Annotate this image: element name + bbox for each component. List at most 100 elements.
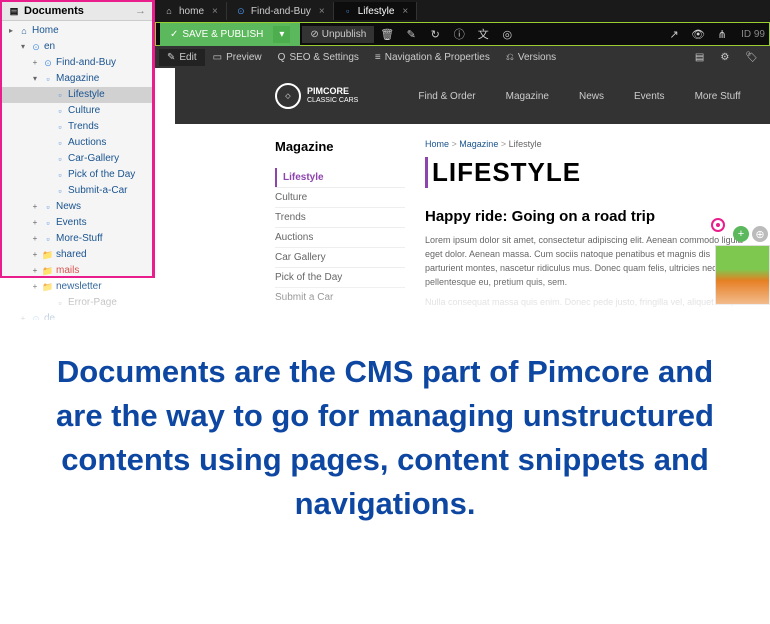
crumb-magazine[interactable]: Magazine <box>459 139 498 149</box>
expand-icon[interactable]: ▾ <box>30 74 40 84</box>
tree-car-gallery[interactable]: ▫Car-Gallery <box>2 151 152 167</box>
tree-newsletter[interactable]: +📁newsletter <box>2 279 152 295</box>
subnav-pick-day[interactable]: Pick of the Day <box>275 267 405 287</box>
preview-icon[interactable]: 👁 <box>687 24 709 44</box>
subnav-submit-car[interactable]: Submit a Car <box>275 287 405 307</box>
rename-icon[interactable]: ✎ <box>400 24 422 44</box>
tab-lifestyle[interactable]: ▫Lifestyle× <box>334 2 418 20</box>
tree-events[interactable]: +▫Events <box>2 215 152 231</box>
unpublish-button[interactable]: ⊘ Unpublish <box>302 26 374 43</box>
article-title[interactable]: Happy ride: Going on a road trip <box>425 208 750 225</box>
tree-pick-day[interactable]: ▫Pick of the Day <box>2 167 152 183</box>
tree-mails[interactable]: +📁mails <box>2 263 152 279</box>
add-button[interactable]: + <box>733 226 749 242</box>
close-icon[interactable]: × <box>319 6 325 17</box>
page-sidebar: Magazine Lifestyle Culture Trends Auctio… <box>275 139 405 307</box>
info-icon[interactable]: ⓘ <box>448 24 470 44</box>
subtab-tag-icon[interactable]: 🏷 <box>737 49 766 66</box>
expand-icon[interactable]: + <box>30 266 40 276</box>
breadcrumb: Home > Magazine > Lifestyle <box>425 139 750 149</box>
nav-news[interactable]: News <box>579 91 604 102</box>
page-icon: ▫ <box>342 5 354 17</box>
tree-magazine[interactable]: ▾▫Magazine <box>2 71 152 87</box>
open-icon[interactable]: ↗ <box>663 24 685 44</box>
tree-lifestyle[interactable]: ▫Lifestyle <box>2 87 152 103</box>
page-icon: ▫ <box>42 201 54 213</box>
tree-news[interactable]: +▫News <box>2 199 152 215</box>
tree-de[interactable]: +⊙de <box>2 311 152 320</box>
tree-shared[interactable]: +📁shared <box>2 247 152 263</box>
nav-more[interactable]: More Stuff <box>695 91 741 102</box>
subtab-seo[interactable]: Q SEO & Settings <box>270 49 367 66</box>
subnav-trends[interactable]: Trends <box>275 207 405 227</box>
translate-icon[interactable]: 文 <box>472 24 494 44</box>
article-thumbnail[interactable] <box>715 245 770 305</box>
subnav-auctions[interactable]: Auctions <box>275 227 405 247</box>
crumb-lifestyle: Lifestyle <box>509 139 542 149</box>
caption-text: Documents are the CMS part of Pimcore an… <box>30 350 740 526</box>
subtab-more-icon[interactable]: ▤ <box>687 49 712 66</box>
expand-icon[interactable]: + <box>30 58 40 68</box>
subnav-lifestyle[interactable]: Lifestyle <box>275 168 405 187</box>
page-icon: ▫ <box>54 121 66 133</box>
article-text[interactable]: Lorem ipsum dolor sit amet, consectetur … <box>425 233 750 289</box>
page-preview: + 💡 🗑 ◇ PIMCORE CLASSIC CARS Find & Orde… <box>175 68 770 320</box>
expand-icon[interactable]: + <box>30 202 40 212</box>
tree-auctions[interactable]: ▫Auctions <box>2 135 152 151</box>
target-marker-icon[interactable] <box>711 218 725 232</box>
expand-icon[interactable]: + <box>18 314 28 320</box>
tree-trends[interactable]: ▫Trends <box>2 119 152 135</box>
nav-magazine[interactable]: Magazine <box>506 91 549 102</box>
tab-find-buy[interactable]: ⊙Find-and-Buy× <box>227 2 334 20</box>
document-tree: ▸⌂Home ▾⊙en +⊙Find-and-Buy ▾▫Magazine ▫L… <box>2 21 152 320</box>
nav-events[interactable]: Events <box>634 91 665 102</box>
collapse-icon[interactable]: → <box>135 5 146 17</box>
expand-icon[interactable]: + <box>30 282 40 292</box>
page-title: LIFESTYLE <box>425 157 750 188</box>
tab-home[interactable]: ⌂home× <box>155 2 227 20</box>
tree-en[interactable]: ▾⊙en <box>2 39 152 55</box>
tree-home[interactable]: ▸⌂Home <box>2 23 152 39</box>
document-id: ID 99 <box>741 29 765 40</box>
sidebar-title: Documents <box>24 5 84 17</box>
reload-icon[interactable]: ↻ <box>424 24 446 44</box>
subnav-culture[interactable]: Culture <box>275 187 405 207</box>
action-bar: ✓ SAVE & PUBLISH▾ ⊘ Unpublish 🗑 ✎ ↻ ⓘ 文 … <box>155 22 770 46</box>
tree-culture[interactable]: ▫Culture <box>2 103 152 119</box>
page-icon: ▫ <box>54 169 66 181</box>
options-button[interactable]: ⊕ <box>752 226 768 242</box>
expand-icon[interactable]: ▸ <box>6 26 16 36</box>
expand-icon[interactable]: ▾ <box>18 42 28 52</box>
editor-tabs: ⌂home× ⊙Find-and-Buy× ▫Lifestyle× <box>155 0 770 22</box>
home-icon: ⌂ <box>18 25 30 37</box>
save-publish-button[interactable]: ✓ SAVE & PUBLISH▾ <box>160 23 300 46</box>
subtab-versions[interactable]: ⎌ Versions <box>498 49 564 66</box>
link-icon: ⊙ <box>30 41 42 53</box>
expand-icon[interactable]: + <box>30 250 40 260</box>
subtab-edit[interactable]: ✎ Edit <box>159 49 205 66</box>
share-icon[interactable]: ⋔ <box>711 24 733 44</box>
document-icon: ▤ <box>8 5 20 17</box>
subtab-nav[interactable]: ≡ Navigation & Properties <box>367 49 498 66</box>
tree-submit-car[interactable]: ▫Submit-a-Car <box>2 183 152 199</box>
crumb-home[interactable]: Home <box>425 139 449 149</box>
subtab-settings-icon[interactable]: ⚙ <box>712 49 737 66</box>
tree-more-stuff[interactable]: +▫More-Stuff <box>2 231 152 247</box>
close-icon[interactable]: × <box>402 6 408 17</box>
chevron-down-icon[interactable]: ▾ <box>273 26 290 43</box>
site-header: ◇ PIMCORE CLASSIC CARS Find & Order Maga… <box>175 68 770 124</box>
subnav-car-gallery[interactable]: Car Gallery <box>275 247 405 267</box>
article-faded: Nulla consequat massa quis enim. Donec p… <box>425 297 750 307</box>
documents-tree-sidebar: ▤ Documents → ▸⌂Home ▾⊙en +⊙Find-and-Buy… <box>0 0 155 278</box>
expand-icon[interactable]: + <box>30 234 40 244</box>
close-icon[interactable]: × <box>212 6 218 17</box>
target-icon[interactable]: ◎ <box>496 24 518 44</box>
tree-find-buy[interactable]: +⊙Find-and-Buy <box>2 55 152 71</box>
subtab-preview[interactable]: ▭ Preview <box>205 49 270 66</box>
tree-error-page[interactable]: ▫Error-Page <box>2 295 152 311</box>
site-nav: Find & Order Magazine News Events More S… <box>418 91 740 102</box>
nav-find[interactable]: Find & Order <box>418 91 475 102</box>
site-logo[interactable]: ◇ PIMCORE CLASSIC CARS <box>275 83 358 109</box>
delete-icon[interactable]: 🗑 <box>376 24 398 44</box>
expand-icon[interactable]: + <box>30 218 40 228</box>
